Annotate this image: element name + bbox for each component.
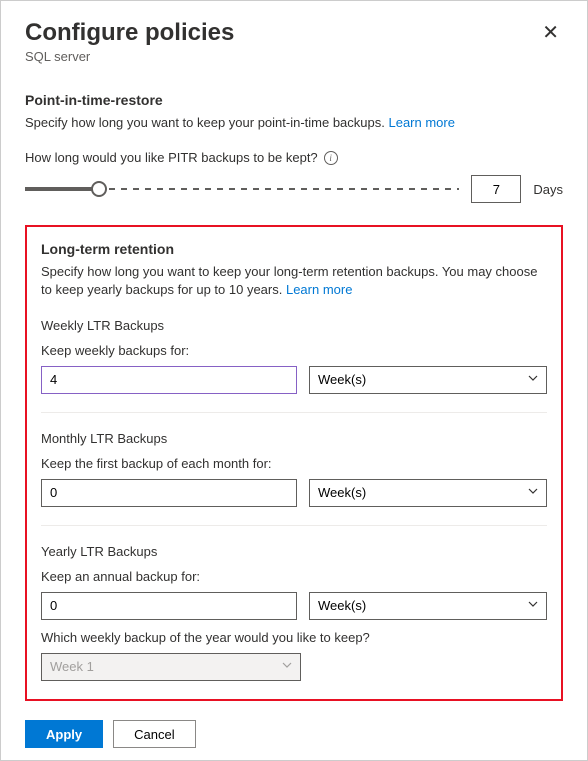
monthly-title: Monthly LTR Backups [41, 431, 547, 446]
slider-thumb-icon[interactable] [91, 181, 107, 197]
pitr-days-input[interactable] [471, 175, 521, 203]
pitr-slider[interactable] [25, 179, 459, 199]
weekly-unit-select[interactable]: Week(s) [309, 366, 547, 394]
apply-button[interactable]: Apply [25, 720, 103, 748]
ltr-desc: Specify how long you want to keep your l… [41, 263, 547, 299]
ltr-highlight-box: Long-term retention Specify how long you… [25, 225, 563, 700]
yearly-title: Yearly LTR Backups [41, 544, 547, 559]
close-icon[interactable]: ✕ [538, 19, 563, 47]
yearly-which-select: Week 1 [41, 653, 301, 681]
pitr-desc: Specify how long you want to keep your p… [25, 114, 563, 132]
monthly-unit-select[interactable]: Week(s) [309, 479, 547, 507]
ltr-title: Long-term retention [41, 241, 547, 257]
pitr-slider-label: How long would you like PITR backups to … [25, 150, 318, 165]
pitr-days-unit: Days [533, 182, 563, 197]
weekly-title: Weekly LTR Backups [41, 318, 547, 333]
pitr-title: Point-in-time-restore [25, 92, 563, 108]
yearly-value-input[interactable] [41, 592, 297, 620]
pitr-learn-more-link[interactable]: Learn more [388, 115, 454, 130]
yearly-keep-label: Keep an annual backup for: [41, 569, 547, 584]
cancel-button[interactable]: Cancel [113, 720, 195, 748]
monthly-keep-label: Keep the first backup of each month for: [41, 456, 547, 471]
page-subtitle: SQL server [25, 49, 234, 64]
yearly-unit-select[interactable]: Week(s) [309, 592, 547, 620]
weekly-keep-label: Keep weekly backups for: [41, 343, 547, 358]
yearly-which-label: Which weekly backup of the year would yo… [41, 630, 547, 645]
weekly-value-input[interactable] [41, 366, 297, 394]
ltr-learn-more-link[interactable]: Learn more [286, 282, 352, 297]
page-title: Configure policies [25, 19, 234, 47]
monthly-value-input[interactable] [41, 479, 297, 507]
info-icon[interactable]: i [324, 151, 338, 165]
